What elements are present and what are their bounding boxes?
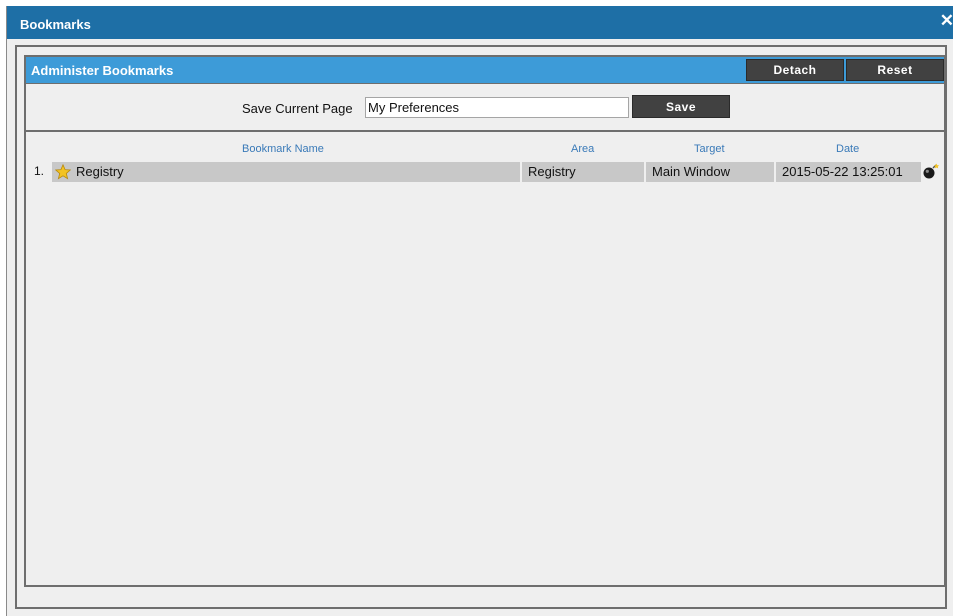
close-icon[interactable]: ✕ [940, 12, 953, 29]
bookmark-name-cell[interactable]: Registry [52, 162, 520, 182]
column-header-bookmark-name[interactable]: Bookmark Name [242, 143, 324, 155]
table-row[interactable]: 1. Registry Registry Main Window 2015-05… [26, 160, 944, 182]
detach-button[interactable]: Detach [746, 59, 844, 81]
reset-button[interactable]: Reset [846, 59, 944, 81]
column-header-target[interactable]: Target [694, 143, 725, 155]
save-current-page-label: Save Current Page [242, 101, 353, 116]
target-value: Main Window [652, 164, 731, 179]
panel-title: Administer Bookmarks [31, 63, 174, 78]
date-value: 2015-05-22 13:25:01 [782, 164, 903, 179]
launch-bookmark-icon[interactable] [922, 163, 940, 180]
bookmarks-dialog: Bookmarks ✕ Administer Bookmarks Detach … [6, 6, 953, 616]
area-value: Registry [528, 164, 576, 179]
area-cell: Registry [522, 162, 644, 182]
column-header-date[interactable]: Date [836, 143, 859, 155]
column-header-area[interactable]: Area [571, 143, 594, 155]
save-current-page-row: Save Current Page Save [26, 84, 944, 132]
dialog-title: Bookmarks [20, 17, 91, 32]
star-icon [55, 164, 71, 180]
bookmark-name: Registry [76, 164, 124, 179]
date-cell: 2015-05-22 13:25:01 [776, 162, 921, 182]
administer-bookmarks-panel: Administer Bookmarks Detach Reset Save C… [24, 55, 946, 587]
target-cell: Main Window [646, 162, 774, 182]
save-button[interactable]: Save [632, 95, 730, 118]
dialog-titlebar: Bookmarks ✕ [7, 6, 953, 39]
row-index: 1. [34, 164, 45, 178]
bookmark-name-input[interactable] [365, 97, 629, 118]
panel-header: Administer Bookmarks Detach Reset [26, 57, 944, 84]
